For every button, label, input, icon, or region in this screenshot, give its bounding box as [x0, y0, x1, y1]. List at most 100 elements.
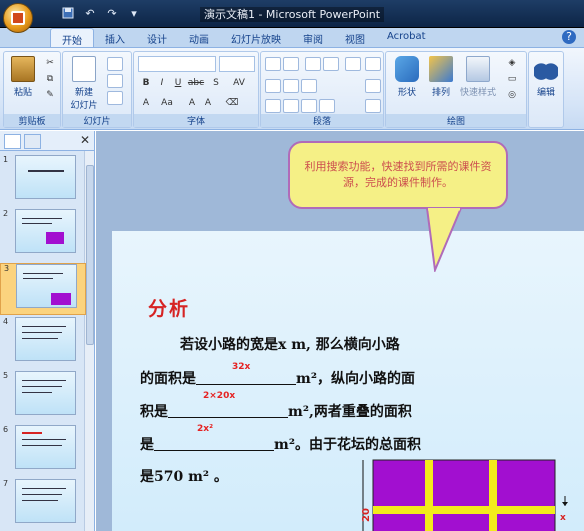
clear-format-icon[interactable]: ⌫	[224, 96, 240, 110]
delete-slide-icon[interactable]	[107, 91, 123, 105]
slide-thumbnail-2[interactable]: 2	[0, 209, 86, 261]
quick-style-icon	[466, 56, 490, 82]
arrange-button[interactable]: 排列	[424, 56, 458, 98]
format-painter-icon[interactable]: ✎	[42, 88, 58, 102]
ribbon: 粘贴 ✂ ⧉ ✎ 剪贴板 新建 幻灯片 幻灯片 B I U abc S AV A…	[0, 48, 584, 130]
edit-label: 编辑	[536, 88, 555, 98]
tab-insert[interactable]: 插入	[94, 28, 136, 47]
paragraph-group: 段落	[260, 51, 384, 128]
justify-icon[interactable]	[265, 99, 281, 113]
paste-button[interactable]: 粘贴	[6, 56, 40, 98]
italic-icon[interactable]: I	[154, 76, 170, 90]
line2-prefix: 的面积是	[140, 371, 196, 387]
window-title: 演示文稿1 - Microsoft PowerPoint	[199, 7, 385, 22]
increase-indent-icon[interactable]	[323, 57, 339, 71]
shape-effects-icon[interactable]: ◎	[504, 88, 520, 102]
new-slide-button[interactable]: 新建 幻灯片	[65, 56, 103, 111]
outline-tab[interactable]	[24, 134, 41, 149]
slide-thumbnail-image	[15, 317, 76, 361]
line4-prefix: 是	[140, 437, 154, 453]
columns-icon[interactable]	[301, 99, 317, 113]
line-spacing-icon[interactable]	[345, 57, 361, 71]
slides-tab[interactable]	[4, 134, 21, 149]
horizontal-road	[373, 506, 555, 514]
garden-diagram: 20 x	[361, 459, 568, 531]
clipboard-group-label: 剪贴板	[4, 114, 60, 127]
numbering-icon[interactable]	[283, 57, 299, 71]
shrink-font-icon[interactable]: A	[200, 96, 216, 110]
edit-button[interactable]: 编辑	[529, 56, 563, 98]
reset-icon[interactable]	[107, 74, 123, 88]
slide-number: 4	[3, 317, 9, 326]
vertical-road-2	[489, 460, 497, 531]
distribute-icon[interactable]	[283, 99, 299, 113]
slide-thumbnail-4[interactable]: 4	[0, 317, 86, 369]
align-text-icon[interactable]	[365, 79, 381, 93]
slide-thumbnail-image	[15, 209, 76, 253]
slide-thumbnail-1[interactable]: 1	[0, 155, 86, 207]
slides-panel: ✕ 1 2 3 4 5 6 7	[0, 131, 95, 531]
shapes-icon	[395, 56, 419, 82]
tab-animations[interactable]: 动画	[178, 28, 220, 47]
shape-button[interactable]: 形状	[390, 56, 424, 98]
font-color-icon[interactable]: A	[138, 96, 154, 110]
shape-outline-icon[interactable]: ▭	[504, 72, 520, 86]
vertical-road-1	[425, 460, 433, 531]
slide-number: 1	[3, 155, 9, 164]
font-group: B I U abc S AV A Aa A A ⌫ 字体	[133, 51, 259, 128]
shadow-icon[interactable]: S	[208, 76, 224, 90]
convert-smartart-icon[interactable]	[365, 99, 381, 113]
answer-blank-2	[168, 404, 288, 418]
help-icon[interactable]: ?	[562, 30, 576, 44]
slide-heading: 分析	[148, 298, 191, 320]
office-button[interactable]	[3, 3, 33, 33]
change-case-icon[interactable]: Aa	[156, 96, 178, 110]
grow-font-icon[interactable]: A	[184, 96, 200, 110]
slide-thumbnail-7[interactable]: 7	[0, 479, 86, 531]
copy-icon[interactable]: ⧉	[42, 72, 58, 86]
font-size-combo[interactable]	[219, 56, 255, 72]
slide-number: 6	[3, 425, 9, 434]
slide-thumbnail-image	[15, 371, 76, 415]
slide-thumbnail-6[interactable]: 6	[0, 425, 86, 477]
new-slide-icon	[72, 56, 96, 82]
underline-icon[interactable]: U	[170, 76, 186, 90]
tab-acrobat[interactable]: Acrobat	[376, 28, 437, 47]
char-spacing-icon[interactable]: AV	[226, 76, 252, 90]
answer-blank-3	[154, 437, 274, 451]
tab-view[interactable]: 视图	[334, 28, 376, 47]
dimension-x-label: x	[560, 513, 566, 523]
dimension-20-label: 20	[361, 508, 372, 522]
ribbon-tabs: 开始 插入 设计 动画 幻灯片放映 审阅 视图 Acrobat ?	[0, 28, 584, 48]
tab-slideshow[interactable]: 幻灯片放映	[220, 28, 292, 47]
align-right-icon[interactable]	[301, 79, 317, 93]
tab-home[interactable]: 开始	[50, 28, 94, 47]
font-name-combo[interactable]	[138, 56, 216, 72]
layout-icon[interactable]	[107, 57, 123, 71]
slide-thumbnail-3[interactable]: 3	[0, 263, 86, 315]
annotation-2x2: 2x²	[197, 424, 214, 434]
tab-review[interactable]: 审阅	[292, 28, 334, 47]
callout-tail	[425, 208, 463, 272]
bullets-icon[interactable]	[265, 57, 281, 71]
align-left-icon[interactable]	[265, 79, 281, 93]
cut-icon[interactable]: ✂	[42, 56, 58, 70]
slide-line-1: 若设小路的宽是x m, 那么横向小路	[180, 337, 400, 353]
strikethrough-icon[interactable]: abc	[186, 76, 206, 90]
close-panel-icon[interactable]: ✕	[80, 133, 90, 147]
slide-line-4: 是 m²。由于花坛的总面积	[140, 434, 421, 454]
shape-label: 形状	[397, 88, 416, 98]
bold-icon[interactable]: B	[138, 76, 154, 90]
smartart-icon[interactable]	[319, 99, 335, 113]
panel-tabs: ✕	[0, 131, 94, 151]
decrease-indent-icon[interactable]	[305, 57, 321, 71]
text-direction-icon[interactable]	[365, 57, 381, 71]
panel-scroll-thumb[interactable]	[86, 165, 94, 345]
shape-fill-icon[interactable]: ◈	[504, 56, 520, 70]
tab-design[interactable]: 设计	[136, 28, 178, 47]
align-center-icon[interactable]	[283, 79, 299, 93]
slide-thumbnail-5[interactable]: 5	[0, 371, 86, 423]
new-slide-label-2: 幻灯片	[70, 101, 98, 111]
quick-style-button[interactable]: 快速样式	[456, 56, 500, 98]
paragraph-group-label: 段落	[261, 114, 383, 127]
